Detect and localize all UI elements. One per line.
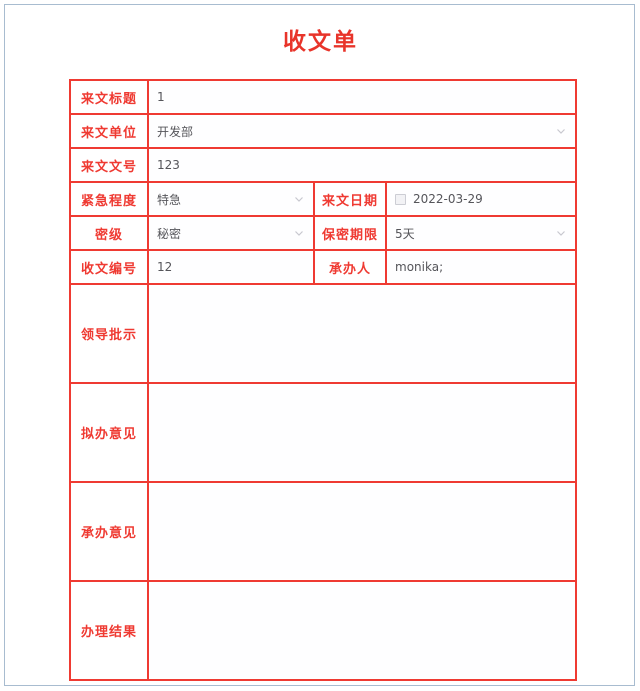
field-cell-document-title: 1	[147, 79, 577, 115]
table-row: 紧急程度 特急 来文日期 2022-03-29	[69, 181, 577, 217]
field-label-secrecy-level: 密级	[69, 215, 149, 251]
handler-input[interactable]: monika;	[387, 252, 575, 282]
handler-opinion-textarea[interactable]	[149, 484, 575, 579]
field-cell-leader-instruction	[147, 283, 577, 384]
field-label-urgency: 紧急程度	[69, 181, 149, 217]
field-cell-receipt-number: 12	[147, 249, 315, 285]
table-row: 来文单位 开发部	[69, 113, 577, 149]
receipt-number-value: 12	[157, 260, 173, 274]
field-cell-secrecy-level: 秘密	[147, 215, 315, 251]
table-row: 承办意见	[69, 481, 577, 582]
chevron-down-icon[interactable]	[293, 227, 305, 239]
table-row: 办理结果	[69, 580, 577, 681]
field-cell-processing-result	[147, 580, 577, 681]
secrecy-period-value: 5天	[395, 226, 415, 241]
document-date-picker[interactable]: 2022-03-29	[387, 184, 575, 214]
table-row: 来文文号 123	[69, 147, 577, 183]
field-label-receipt-number: 收文编号	[69, 249, 149, 285]
field-label-document-title: 来文标题	[69, 79, 149, 115]
leader-instruction-textarea[interactable]	[149, 286, 575, 381]
secrecy-level-value: 秘密	[157, 226, 182, 241]
page-title: 收文单	[283, 29, 358, 55]
field-cell-secrecy-period: 5天	[385, 215, 577, 251]
document-title-input[interactable]: 1	[149, 82, 575, 112]
field-cell-handler-opinion	[147, 481, 577, 582]
field-cell-document-date: 2022-03-29	[385, 181, 577, 217]
handler-value: monika;	[395, 260, 444, 274]
field-label-sending-unit: 来文单位	[69, 113, 149, 149]
field-cell-urgency: 特急	[147, 181, 315, 217]
secrecy-level-select[interactable]: 秘密	[149, 218, 313, 248]
field-label-handler-opinion: 承办意见	[69, 481, 149, 582]
table-row: 领导批示	[69, 283, 577, 384]
processing-result-textarea[interactable]	[149, 583, 575, 678]
chevron-down-icon[interactable]	[293, 193, 305, 205]
urgency-select[interactable]: 特急	[149, 184, 313, 214]
field-label-secrecy-period: 保密期限	[313, 215, 387, 251]
field-label-handler: 承办人	[313, 249, 387, 285]
field-label-proposed-opinion: 拟办意见	[69, 382, 149, 483]
document-number-input[interactable]: 123	[149, 150, 575, 180]
receipt-number-input[interactable]: 12	[149, 252, 313, 282]
document-number-value: 123	[157, 158, 180, 172]
field-cell-sending-unit: 开发部	[147, 113, 577, 149]
proposed-opinion-textarea[interactable]	[149, 385, 575, 480]
document-page: 收文单 来文标题 1 来文单位 开发部 来文文号 123 紧急程度 特急 来文日…	[4, 4, 635, 686]
field-label-document-date: 来文日期	[313, 181, 387, 217]
secrecy-period-select[interactable]: 5天	[387, 218, 575, 248]
sending-unit-select[interactable]: 开发部	[149, 116, 575, 146]
document-title-value: 1	[157, 90, 165, 104]
field-label-processing-result: 办理结果	[69, 580, 149, 681]
table-row: 密级 秘密 保密期限 5天	[69, 215, 577, 251]
table-row: 来文标题 1	[69, 79, 577, 115]
urgency-value: 特急	[157, 192, 182, 207]
field-label-document-number: 来文文号	[69, 147, 149, 183]
table-row: 拟办意见	[69, 382, 577, 483]
chevron-down-icon[interactable]	[555, 125, 567, 137]
table-row: 收文编号 12 承办人 monika;	[69, 249, 577, 285]
field-cell-handler: monika;	[385, 249, 577, 285]
document-date-value: 2022-03-29	[413, 192, 483, 206]
field-cell-proposed-opinion	[147, 382, 577, 483]
chevron-down-icon[interactable]	[555, 227, 567, 239]
field-cell-document-number: 123	[147, 147, 577, 183]
field-label-leader-instruction: 领导批示	[69, 283, 149, 384]
receipt-form-table: 来文标题 1 来文单位 开发部 来文文号 123 紧急程度 特急 来文日期 20…	[69, 79, 577, 681]
sending-unit-value: 开发部	[157, 124, 194, 139]
calendar-icon	[395, 193, 406, 205]
